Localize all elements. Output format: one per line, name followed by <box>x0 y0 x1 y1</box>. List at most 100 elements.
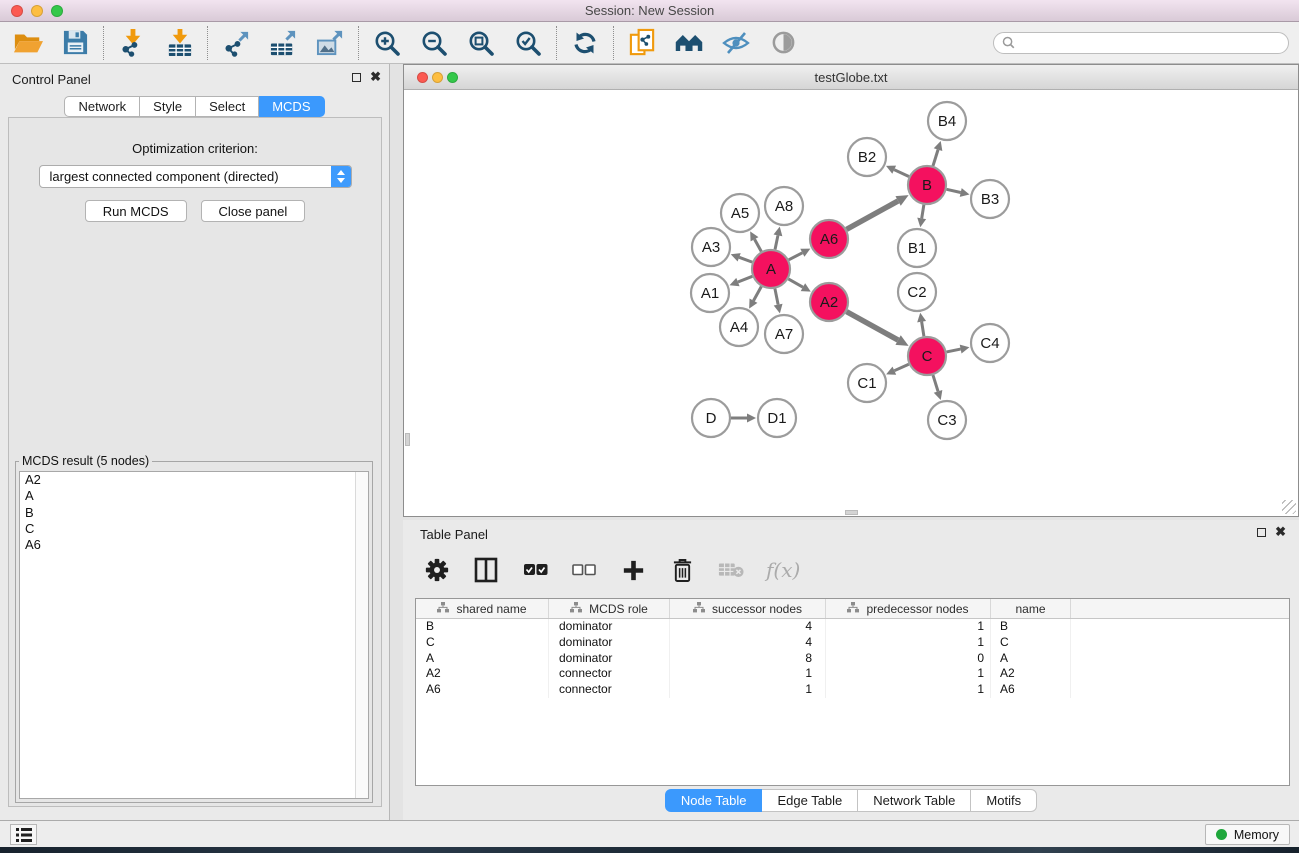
import-table-icon[interactable] <box>164 28 194 58</box>
minimize-view-button[interactable] <box>432 72 443 83</box>
tab-node-table[interactable]: Node Table <box>665 789 763 812</box>
edge-C-C4[interactable] <box>947 349 961 352</box>
table-row[interactable]: Cdominator41C <box>416 635 1289 651</box>
unselect-all-icon[interactable] <box>570 556 598 584</box>
network-node-B3[interactable]: B3 <box>971 180 1009 218</box>
memory-button[interactable]: Memory <box>1205 824 1290 845</box>
network-node-D1[interactable]: D1 <box>758 399 796 437</box>
edge-A-A5[interactable] <box>755 239 762 251</box>
network-node-A[interactable]: A <box>752 250 790 288</box>
tab-network[interactable]: Network <box>64 96 140 117</box>
eye-icon[interactable] <box>768 28 798 58</box>
tab-select[interactable]: Select <box>196 96 259 117</box>
table-row[interactable]: A2connector11A2 <box>416 666 1289 682</box>
add-column-icon[interactable] <box>619 556 647 584</box>
network-node-A7[interactable]: A7 <box>765 315 803 353</box>
edge-A-A3[interactable] <box>739 257 752 262</box>
zoom-window-button[interactable] <box>51 5 63 17</box>
run-mcds-button[interactable]: Run MCDS <box>85 200 187 222</box>
result-item[interactable]: A <box>20 488 368 504</box>
network-node-A4[interactable]: A4 <box>720 308 758 346</box>
edge-C-C2[interactable] <box>922 322 924 337</box>
clone-network-icon[interactable] <box>627 28 657 58</box>
result-item[interactable]: A6 <box>20 537 368 553</box>
resize-grip[interactable] <box>1282 500 1296 514</box>
edge-A-A7[interactable] <box>775 289 778 305</box>
close-panel-button[interactable]: Close panel <box>201 200 306 222</box>
export-table-icon[interactable] <box>268 28 298 58</box>
search-input[interactable] <box>1020 36 1280 50</box>
tab-mcds[interactable]: MCDS <box>259 96 324 117</box>
home-icon[interactable] <box>674 28 704 58</box>
select-all-icon[interactable] <box>521 556 549 584</box>
edge-C-C1[interactable] <box>894 364 908 370</box>
column-header-successor-nodes[interactable]: successor nodes <box>670 599 826 618</box>
task-history-button[interactable] <box>10 824 37 845</box>
network-window-titlebar[interactable]: testGlobe.txt <box>404 65 1298 90</box>
close-view-button[interactable] <box>417 72 428 83</box>
network-node-C2[interactable]: C2 <box>898 273 936 311</box>
vertical-scrollbar[interactable] <box>405 433 410 446</box>
network-node-A6[interactable]: A6 <box>810 220 848 258</box>
table-row[interactable]: Bdominator41B <box>416 619 1289 635</box>
horizontal-scrollbar[interactable] <box>845 510 858 515</box>
edge-A-A4[interactable] <box>753 287 761 301</box>
network-node-B1[interactable]: B1 <box>898 229 936 267</box>
export-image-icon[interactable] <box>315 28 345 58</box>
edge-A-A2[interactable] <box>788 279 803 287</box>
network-canvas[interactable]: B4B2BB3A8A5A6A3B1AC2A1A2A4A7C4CC1DD1C3 <box>405 91 1297 515</box>
gear-icon[interactable] <box>423 556 451 584</box>
tab-network-table[interactable]: Network Table <box>858 789 971 812</box>
open-file-icon[interactable] <box>13 28 43 58</box>
result-scrollbar[interactable] <box>355 472 368 798</box>
tab-motifs[interactable]: Motifs <box>971 789 1037 812</box>
column-header-mcds-role[interactable]: MCDS role <box>549 599 670 618</box>
float-panel-icon[interactable] <box>352 73 361 82</box>
network-node-B2[interactable]: B2 <box>848 138 886 176</box>
result-item[interactable]: C <box>20 521 368 537</box>
edge-C-C3[interactable] <box>933 375 938 391</box>
network-node-A5[interactable]: A5 <box>721 194 759 232</box>
import-network-icon[interactable] <box>117 28 147 58</box>
zoom-in-icon[interactable] <box>372 28 402 58</box>
search-box[interactable] <box>993 32 1289 54</box>
criterion-select[interactable]: largest connected component (directed) <box>39 165 352 188</box>
network-node-A2[interactable]: A2 <box>810 283 848 321</box>
edge-A6-B[interactable] <box>847 201 899 229</box>
edge-A-A8[interactable] <box>775 235 778 249</box>
edge-B-B1[interactable] <box>922 205 924 219</box>
column-header-predecessor-nodes[interactable]: predecessor nodes <box>826 599 991 618</box>
tab-style[interactable]: Style <box>140 96 196 117</box>
zoom-fit-icon[interactable] <box>466 28 496 58</box>
close-window-button[interactable] <box>11 5 23 17</box>
tab-edge-table[interactable]: Edge Table <box>762 789 858 812</box>
refresh-icon[interactable] <box>570 28 600 58</box>
network-node-C4[interactable]: C4 <box>971 324 1009 362</box>
column-header-shared-name[interactable]: shared name <box>416 599 549 618</box>
network-node-C3[interactable]: C3 <box>928 401 966 439</box>
table-row[interactable]: A6connector11A6 <box>416 682 1289 698</box>
network-node-A1[interactable]: A1 <box>691 274 729 312</box>
save-session-icon[interactable] <box>60 28 90 58</box>
result-item[interactable]: B <box>20 505 368 521</box>
export-network-icon[interactable] <box>221 28 251 58</box>
column-visibility-icon[interactable] <box>472 556 500 584</box>
network-node-A3[interactable]: A3 <box>692 228 730 266</box>
zoom-selected-icon[interactable] <box>513 28 543 58</box>
edge-A-A6[interactable] <box>789 253 803 260</box>
delete-column-icon[interactable] <box>668 556 696 584</box>
eye-slash-icon[interactable] <box>721 28 751 58</box>
edge-B-B3[interactable] <box>947 189 961 192</box>
network-node-A8[interactable]: A8 <box>765 187 803 225</box>
network-node-D[interactable]: D <box>692 399 730 437</box>
edge-B-B4[interactable] <box>933 150 938 166</box>
edge-A2-C[interactable] <box>847 312 899 340</box>
minimize-window-button[interactable] <box>31 5 43 17</box>
close-panel-icon[interactable]: ✖ <box>370 72 381 82</box>
table-row[interactable]: Adominator80A <box>416 651 1289 667</box>
float-table-panel-icon[interactable] <box>1257 528 1266 537</box>
close-table-panel-icon[interactable]: ✖ <box>1275 527 1286 537</box>
mcds-result-list[interactable]: A2ABCA6 <box>19 471 369 799</box>
network-node-B[interactable]: B <box>908 166 946 204</box>
zoom-view-button[interactable] <box>447 72 458 83</box>
